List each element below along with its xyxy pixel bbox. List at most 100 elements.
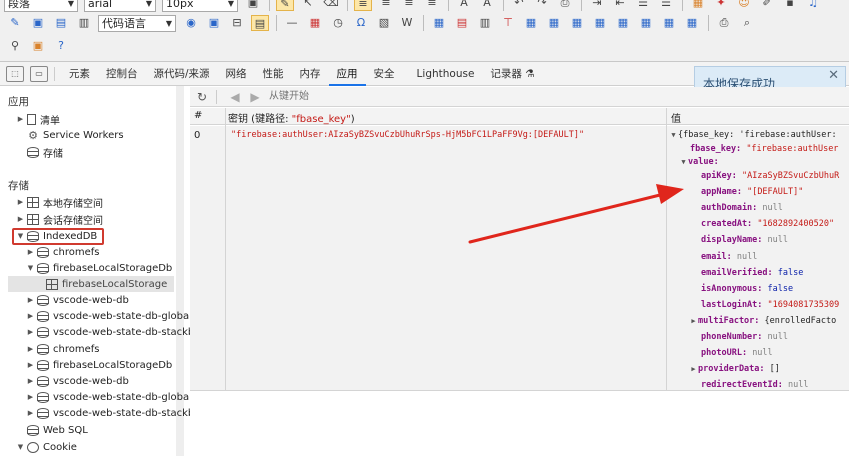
- image-icon[interactable]: ▦: [689, 0, 707, 11]
- word-import-icon[interactable]: W: [398, 15, 416, 31]
- sidebar-item-db[interactable]: ▶ firebaseLocalStorageDb: [26, 357, 172, 373]
- template-icon[interactable]: ▤: [251, 15, 269, 31]
- pen-icon[interactable]: ✐: [758, 0, 776, 11]
- tree-property[interactable]: ▶ providerData: []: [689, 362, 780, 376]
- snapshot-icon[interactable]: ▧: [375, 15, 393, 31]
- list-numbered-icon[interactable]: ☰: [657, 0, 675, 11]
- preview-icon[interactable]: ⌕: [738, 15, 756, 31]
- previous-page-icon[interactable]: ◀: [227, 89, 243, 105]
- next-page-icon[interactable]: ▶: [247, 89, 263, 105]
- chevron-right-icon[interactable]: ▶: [26, 312, 35, 320]
- map-icon[interactable]: ◉: [182, 15, 200, 31]
- inspect-element-icon[interactable]: ⬚: [6, 65, 24, 82]
- page-break-icon[interactable]: ⊟: [228, 15, 246, 31]
- sidebar-item-db[interactable]: ▶ vscode-web-state-db-stackb: [26, 405, 194, 421]
- chevron-right-icon[interactable]: ▶: [26, 345, 35, 353]
- tab-lighthouse[interactable]: Lighthouse: [403, 62, 483, 86]
- align-right-icon[interactable]: ≡: [400, 0, 418, 11]
- superscript-icon[interactable]: A: [455, 0, 473, 11]
- chevron-right-icon[interactable]: ▶: [689, 362, 698, 376]
- tab-recorder[interactable]: 记录器 ⚗: [482, 62, 542, 86]
- sidebar-item-db[interactable]: ▶ vscode-web-db: [26, 292, 129, 308]
- delete-table-icon[interactable]: ⊤: [499, 15, 517, 31]
- chevron-right-icon[interactable]: ▶: [689, 314, 698, 328]
- indent-icon[interactable]: ⇥: [588, 0, 606, 11]
- undo-icon[interactable]: ↶: [510, 0, 528, 11]
- cursor-icon[interactable]: ↖: [299, 0, 317, 11]
- column-header-key[interactable]: 密钥 (键路径: "fbase_key"): [228, 110, 355, 125]
- tab-network[interactable]: 网络: [218, 62, 255, 86]
- delete-row-icon[interactable]: ▦: [660, 15, 678, 31]
- sidebar-item-cookie[interactable]: ▼ Cookie: [16, 439, 77, 455]
- sidebar-item-db[interactable]: ▶ chromefs: [26, 244, 99, 260]
- video-icon[interactable]: ▥: [75, 15, 93, 31]
- split-rows-icon[interactable]: ▦: [614, 15, 632, 31]
- picture-icon[interactable]: ▣: [29, 15, 47, 31]
- paste-icon[interactable]: ▣: [244, 0, 262, 11]
- chevron-down-icon[interactable]: ▼: [16, 443, 25, 451]
- insert-col-icon[interactable]: ▥: [476, 15, 494, 31]
- frame-icon[interactable]: ▣: [205, 15, 223, 31]
- outdent-icon[interactable]: ⇤: [611, 0, 629, 11]
- date-icon[interactable]: ▦: [306, 15, 324, 31]
- sidebar-item-service-workers[interactable]: ⚙ Service Workers: [16, 127, 124, 143]
- chevron-right-icon[interactable]: ▶: [26, 361, 35, 369]
- tab-memory[interactable]: 内存: [292, 62, 329, 86]
- paragraph-style-select[interactable]: 段落 ▼: [4, 0, 78, 12]
- insert-row-icon[interactable]: ▤: [453, 15, 471, 31]
- flash-icon[interactable]: ✦: [712, 0, 730, 11]
- font-family-select[interactable]: arial ▼: [84, 0, 156, 12]
- chevron-right-icon[interactable]: ▶: [26, 409, 35, 417]
- chevron-down-icon[interactable]: ▼: [679, 155, 688, 169]
- horizontal-rule-icon[interactable]: —: [283, 15, 301, 31]
- delete-col-icon[interactable]: ▦: [683, 15, 701, 31]
- subscript-icon[interactable]: A: [478, 0, 496, 11]
- refresh-icon[interactable]: ↻: [194, 89, 210, 105]
- table-icon[interactable]: ▦: [430, 15, 448, 31]
- device-toolbar-icon[interactable]: ▭: [30, 65, 48, 82]
- chevron-right-icon[interactable]: ▶: [26, 328, 35, 336]
- font-size-select[interactable]: 10px ▼: [162, 0, 238, 12]
- format-painter-icon[interactable]: ✎: [276, 0, 294, 11]
- list-icon[interactable]: ☰: [634, 0, 652, 11]
- close-icon[interactable]: ✕: [828, 68, 839, 83]
- merge-right-icon[interactable]: ▦: [545, 15, 563, 31]
- align-left-icon[interactable]: ≡: [354, 0, 372, 11]
- help-icon[interactable]: ?: [52, 38, 70, 54]
- tab-console[interactable]: 控制台: [98, 62, 146, 86]
- sidebar-item-db[interactable]: ▶ vscode-web-state-db-global: [26, 389, 192, 405]
- time-icon[interactable]: ◷: [329, 15, 347, 31]
- tab-application[interactable]: 应用: [328, 62, 366, 86]
- split-cells-icon[interactable]: ▦: [591, 15, 609, 31]
- tree-root[interactable]: ▼ {fbase_key: 'firebase:authUser:: [669, 128, 836, 142]
- sidebar-item-local-storage[interactable]: ▶ 本地存储空间: [16, 194, 103, 210]
- sidebar-item-db[interactable]: ▼ firebaseLocalStorageDb: [26, 260, 172, 276]
- tree-property-value[interactable]: ▼ value:: [679, 155, 718, 169]
- sidebar-item-db[interactable]: ▶ chromefs: [26, 341, 99, 357]
- merge-down-icon[interactable]: ▦: [568, 15, 586, 31]
- code-language-select[interactable]: 代码语言 ▼: [98, 14, 176, 32]
- value-object-tree[interactable]: ▼ {fbase_key: 'firebase:authUser: fbase_k…: [667, 126, 849, 390]
- chevron-down-icon[interactable]: ▼: [26, 264, 35, 272]
- print-preview-icon[interactable]: ⎙: [556, 0, 574, 11]
- clear-format-icon[interactable]: ⌫: [322, 0, 340, 11]
- chevron-right-icon[interactable]: ▶: [16, 198, 25, 206]
- sidebar-item-object-store[interactable]: firebaseLocalStorage: [8, 276, 174, 292]
- chevron-right-icon[interactable]: ▶: [26, 393, 35, 401]
- music-icon[interactable]: ♫: [804, 0, 822, 11]
- sidebar-item-storage[interactable]: 存储: [16, 144, 63, 160]
- sidebar-item-web-sql[interactable]: Web SQL: [16, 422, 88, 438]
- column-header-value[interactable]: 值: [667, 108, 849, 125]
- sidebar-item-manifest[interactable]: ▶ 清单: [16, 111, 60, 127]
- tab-elements[interactable]: 元素: [61, 62, 98, 86]
- tree-property[interactable]: ▶ multiFactor: {enrolledFacto: [689, 314, 836, 328]
- save-icon[interactable]: ▪: [781, 0, 799, 11]
- chevron-right-icon[interactable]: ▶: [26, 296, 35, 304]
- sidebar-item-db[interactable]: ▶ vscode-web-db: [26, 373, 129, 389]
- chevron-right-icon[interactable]: ▶: [16, 215, 25, 223]
- tab-security[interactable]: 安全: [366, 62, 403, 86]
- link-icon[interactable]: ✎: [6, 15, 24, 31]
- sidebar-item-db[interactable]: ▶ vscode-web-state-db-global: [26, 308, 192, 324]
- start-from-key-input[interactable]: [269, 88, 649, 105]
- split-cols-icon[interactable]: ▦: [637, 15, 655, 31]
